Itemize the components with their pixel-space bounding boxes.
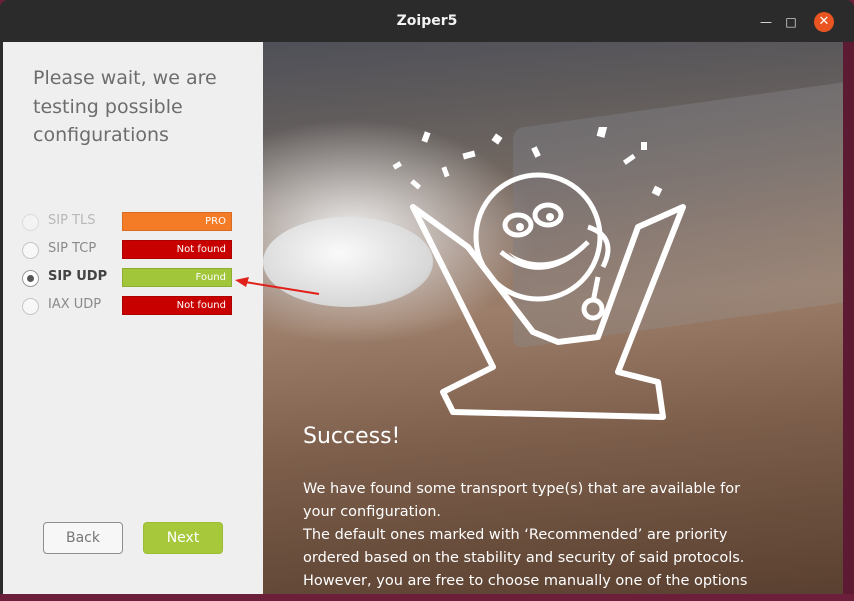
radio-iax-udp[interactable] xyxy=(22,298,39,315)
description-line: your configuration. xyxy=(303,504,442,520)
description-line: However, you are free to choose manually… xyxy=(303,573,748,589)
window-title: Zoiper5 xyxy=(396,13,458,29)
option-sip-tls: SIP TLS PRO xyxy=(22,212,262,232)
window-edge xyxy=(843,42,854,594)
left-panel: Please wait, we are testing possible con… xyxy=(3,42,263,594)
option-label: SIP TLS xyxy=(48,213,96,228)
back-button[interactable]: Back xyxy=(43,522,123,554)
status-badge: PRO xyxy=(122,212,232,231)
heading-line: configurations xyxy=(33,124,169,146)
close-icon[interactable]: ✕ xyxy=(814,12,834,32)
description-line: We have found some transport type(s) tha… xyxy=(303,481,741,497)
success-panel: Success! We have found some transport ty… xyxy=(263,42,843,594)
celebration-mascot-icon xyxy=(392,127,686,420)
option-label: IAX UDP xyxy=(48,297,102,312)
maximize-icon[interactable]: □ xyxy=(781,12,801,32)
title-bar: Zoiper5 — □ ✕ xyxy=(0,0,854,42)
next-button[interactable]: Next xyxy=(143,522,223,554)
heading-line: Please wait, we are xyxy=(33,67,217,89)
option-label: SIP UDP xyxy=(48,269,108,284)
radio-sip-udp[interactable] xyxy=(22,270,39,287)
option-label: SIP TCP xyxy=(48,241,97,256)
minimize-icon[interactable]: — xyxy=(756,12,776,32)
annotation-arrow-icon xyxy=(235,277,320,295)
radio-sip-tls xyxy=(22,214,39,231)
desktop-background xyxy=(0,594,854,601)
description-line: The default ones marked with ‘Recommende… xyxy=(303,527,728,543)
option-iax-udp[interactable]: IAX UDP Not found xyxy=(22,296,262,316)
success-description: We have found some transport type(s) tha… xyxy=(303,478,823,593)
option-sip-tcp[interactable]: SIP TCP Not found xyxy=(22,240,262,260)
option-sip-udp[interactable]: SIP UDP Found xyxy=(22,268,262,288)
app-window: Zoiper5 — □ ✕ Please wait, we are testin… xyxy=(0,0,854,601)
status-badge: Not found xyxy=(122,240,232,259)
heading-line: testing possible xyxy=(33,95,183,118)
radio-sip-tcp[interactable] xyxy=(22,242,39,259)
status-badge: Not found xyxy=(122,296,232,315)
page-heading: Please wait, we are testing possible con… xyxy=(33,64,243,150)
success-title: Success! xyxy=(303,424,401,449)
description-line: ordered based on the stability and secur… xyxy=(303,550,745,566)
status-badge: Found xyxy=(122,268,232,287)
